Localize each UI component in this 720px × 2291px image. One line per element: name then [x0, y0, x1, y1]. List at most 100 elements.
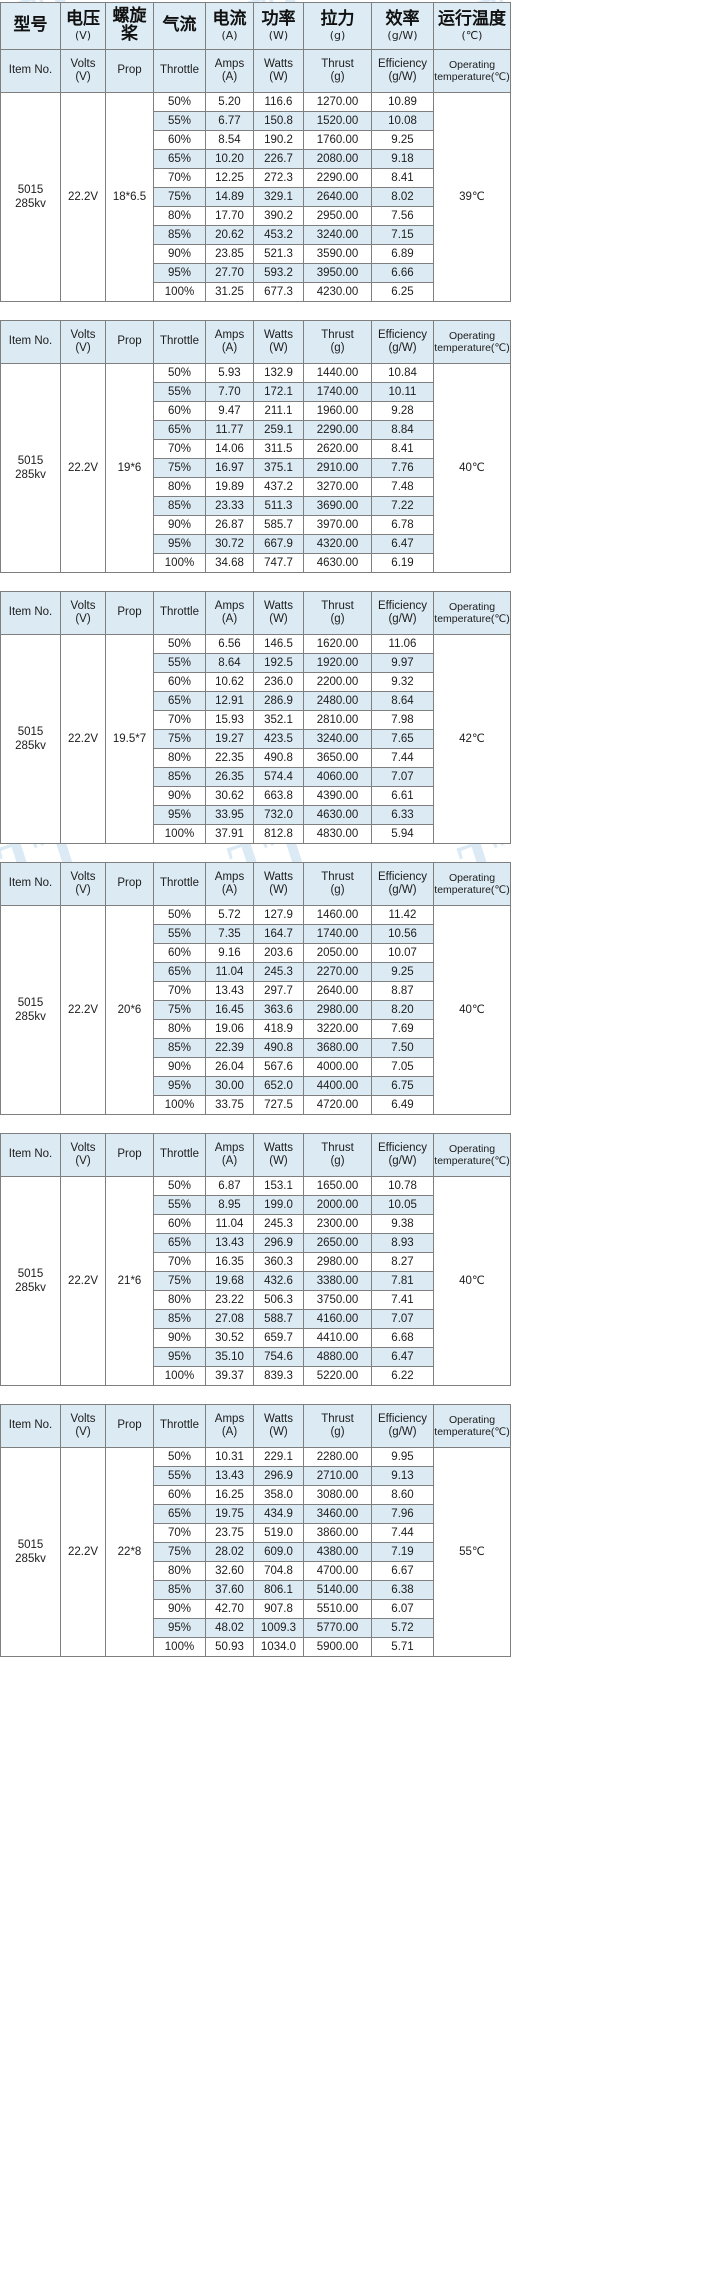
cell-watts: 296.9 — [253, 1233, 304, 1253]
item-kv-value: 285kv — [15, 1011, 46, 1023]
cell-thrust: 3220.00 — [303, 1019, 372, 1039]
en-header-line1: Throttle — [160, 606, 199, 619]
cell-amps: 12.91 — [205, 691, 254, 711]
cell-amps: 19.89 — [205, 477, 254, 497]
en-header-cell-1: Volts (V) — [60, 862, 106, 906]
en-header-line1: Thrust — [321, 1141, 354, 1154]
cell-efficiency: 8.27 — [371, 1252, 434, 1272]
cell-efficiency: 7.98 — [371, 710, 434, 730]
cell-throttle: 85% — [153, 1038, 206, 1058]
en-header-line1: Thrust — [321, 57, 354, 70]
item-no-cell: 5015 285kv — [0, 1447, 61, 1657]
cell-amps: 10.31 — [205, 1447, 254, 1467]
cell-amps: 30.72 — [205, 534, 254, 554]
cell-efficiency: 9.28 — [371, 401, 434, 421]
cell-throttle: 50% — [153, 1176, 206, 1196]
cell-watts: 297.7 — [253, 981, 304, 1001]
cell-amps: 19.75 — [205, 1504, 254, 1524]
cell-efficiency: 7.05 — [371, 1057, 434, 1077]
en-header-cell-8: Operating temperature(℃) — [433, 1133, 511, 1177]
cell-efficiency: 6.25 — [371, 282, 434, 302]
en-header-line2: (W) — [269, 342, 288, 354]
prop-cell: 21*6 — [105, 1176, 154, 1386]
cell-throttle: 60% — [153, 943, 206, 963]
cell-thrust: 3690.00 — [303, 496, 372, 516]
english-header-row: Item No. Volts (V) Prop Throttle Amps (A) Watts… — [0, 1404, 511, 1448]
cell-efficiency: 7.15 — [371, 225, 434, 245]
cell-thrust: 2290.00 — [303, 168, 372, 188]
en-header-line1: Operating — [448, 1142, 496, 1155]
volts-cell: 22.2V — [60, 634, 106, 844]
cell-efficiency: 7.50 — [371, 1038, 434, 1058]
cell-thrust: 1270.00 — [303, 92, 372, 112]
operating-temperature-cell: 40℃ — [433, 1176, 511, 1386]
item-kv-value: 285kv — [15, 740, 46, 752]
en-header-line2: (V) — [75, 342, 91, 354]
en-header-line1: Thrust — [321, 1412, 354, 1425]
cell-thrust: 3460.00 — [303, 1504, 372, 1524]
cell-efficiency: 10.05 — [371, 1195, 434, 1215]
prop-cell: 19.5*7 — [105, 634, 154, 844]
cell-watts: 375.1 — [253, 458, 304, 478]
cell-amps: 31.25 — [205, 282, 254, 302]
prop-cell: 20*6 — [105, 905, 154, 1115]
cell-throttle: 75% — [153, 729, 206, 749]
en-header-cell-6: Thrust (g) — [303, 862, 372, 906]
cell-thrust: 4400.00 — [303, 1076, 372, 1096]
cell-amps: 11.04 — [205, 962, 254, 982]
cell-thrust: 1920.00 — [303, 653, 372, 673]
english-header-row: Item No. Volts (V) Prop Throttle Amps (A) Watts… — [0, 591, 511, 635]
en-header-line2: (g) — [330, 71, 345, 83]
en-header-line1: Volts — [70, 328, 96, 341]
en-header-cell-2: Prop — [105, 1133, 154, 1177]
cell-thrust: 3650.00 — [303, 748, 372, 768]
en-header-line1: Item No. — [8, 1419, 53, 1432]
cell-efficiency: 7.69 — [371, 1019, 434, 1039]
cell-throttle: 70% — [153, 439, 206, 459]
cell-throttle: 60% — [153, 401, 206, 421]
cell-watts: 567.6 — [253, 1057, 304, 1077]
en-header-cell-1: Volts (V) — [60, 591, 106, 635]
item-no-value: 5015 — [17, 725, 44, 738]
cell-throttle: 90% — [153, 1599, 206, 1619]
cell-throttle: 50% — [153, 1447, 206, 1467]
en-header-cell-6: Thrust (g) — [303, 591, 372, 635]
item-no-value: 5015 — [17, 183, 44, 196]
cell-efficiency: 6.47 — [371, 534, 434, 554]
en-header-line1: Volts — [70, 1412, 96, 1425]
cell-throttle: 100% — [153, 1366, 206, 1386]
cell-thrust: 2080.00 — [303, 149, 372, 169]
spec-table-4: Item No. Volts (V) Prop Throttle Amps (A) Watts… — [0, 862, 511, 1115]
cell-amps: 35.10 — [205, 1347, 254, 1367]
item-no-value: 5015 — [17, 996, 44, 1009]
en-header-cell-7: Efficiency (g/W) — [371, 862, 434, 906]
cell-watts: 116.6 — [253, 92, 304, 112]
english-header-row: Item No. Volts (V) Prop Throttle Amps (A) Watts… — [0, 862, 511, 906]
cell-watts: 652.0 — [253, 1076, 304, 1096]
cell-watts: 432.6 — [253, 1271, 304, 1291]
en-header-cell-3: Throttle — [153, 1404, 206, 1448]
spec-table-1: 型号 电压 (V) 螺旋桨 气流 电流 (A) 功率 (W) 拉力 (g) 效率 (g/W) 运行温度 (℃… — [0, 2, 511, 302]
cell-watts: 352.1 — [253, 710, 304, 730]
cell-throttle: 80% — [153, 1561, 206, 1581]
cell-amps: 26.35 — [205, 767, 254, 787]
cell-thrust: 4380.00 — [303, 1542, 372, 1562]
cell-throttle: 85% — [153, 225, 206, 245]
cell-thrust: 1650.00 — [303, 1176, 372, 1196]
cell-throttle: 70% — [153, 1523, 206, 1543]
en-header-cell-0: Item No. — [0, 320, 61, 364]
cell-throttle: 75% — [153, 187, 206, 207]
cell-throttle: 70% — [153, 1252, 206, 1272]
en-header-cell-4: Amps (A) — [205, 320, 254, 364]
en-header-line1: Prop — [117, 1148, 142, 1161]
english-header-row: Item No. Volts (V) Prop Throttle Amps (A) Watts… — [0, 1133, 511, 1177]
spec-table-3: Item No. Volts (V) Prop Throttle Amps (A) Watts… — [0, 591, 511, 844]
en-header-line1: Thrust — [321, 870, 354, 883]
en-header-line1: Prop — [117, 1419, 142, 1432]
cell-throttle: 50% — [153, 905, 206, 925]
en-header-line2: (W) — [269, 884, 288, 896]
en-header-cell-7: Efficiency (g/W) — [371, 1404, 434, 1448]
cell-efficiency: 10.08 — [371, 111, 434, 131]
en-header-cell-1: Volts (V) — [60, 1404, 106, 1448]
cell-efficiency: 6.78 — [371, 515, 434, 535]
